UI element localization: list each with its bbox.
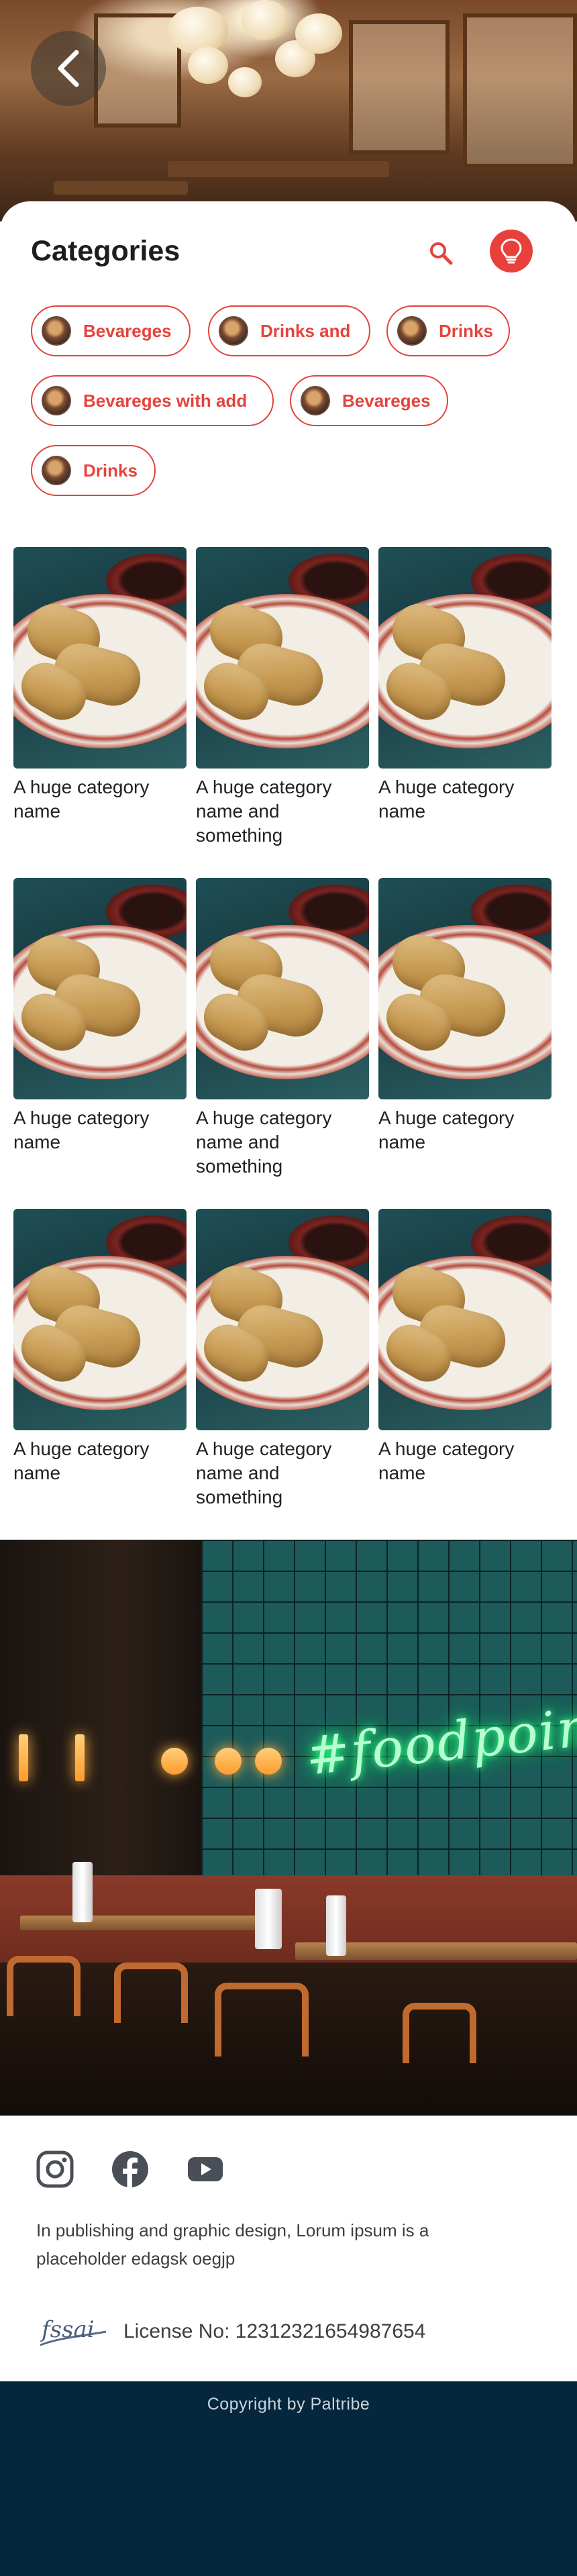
chip-drinks[interactable]: Drinks	[386, 305, 510, 356]
chip-bevareges-2[interactable]: Bevareges	[290, 375, 448, 426]
chip-thumbnail	[397, 316, 427, 346]
instagram-icon	[36, 2150, 74, 2188]
chip-label: Bevareges	[342, 390, 431, 411]
chip-thumbnail	[42, 456, 71, 485]
youtube-icon	[188, 2157, 223, 2181]
chip-drinks-and[interactable]: Drinks and	[208, 305, 370, 356]
copyright-bar: Copyright by Paltribe	[0, 2381, 577, 2576]
chip-thumbnail	[42, 386, 71, 415]
search-button[interactable]	[423, 235, 459, 271]
license-info: fssai License No: 12312321654987654	[36, 2312, 425, 2352]
back-button[interactable]	[31, 31, 106, 106]
chip-label: Bevareges	[83, 320, 172, 341]
chip-label: Drinks and	[260, 320, 351, 341]
categories-header: Categories	[31, 230, 546, 277]
social-links	[35, 2148, 225, 2191]
category-image	[196, 1209, 369, 1430]
category-name: A huge category name	[13, 1438, 150, 1483]
category-name: A huge category name and something	[196, 1107, 332, 1177]
facebook-link[interactable]	[110, 2148, 150, 2191]
chevron-left-icon	[58, 50, 79, 87]
chip-label: Drinks	[439, 320, 493, 341]
chip-thumbnail	[219, 316, 248, 346]
category-card[interactable]: A huge category name and something	[196, 878, 369, 1179]
youtube-link[interactable]	[185, 2148, 225, 2191]
suggestion-button[interactable]	[490, 230, 533, 273]
category-card[interactable]: A huge category name	[13, 1209, 187, 1485]
category-image	[196, 547, 369, 769]
category-image	[13, 1209, 187, 1430]
chip-label: Bevareges with add	[83, 390, 248, 411]
instagram-link[interactable]	[35, 2148, 75, 2191]
category-card[interactable]: A huge category name	[13, 878, 187, 1154]
category-image	[378, 547, 552, 769]
facebook-icon	[112, 2151, 148, 2187]
category-image	[13, 878, 187, 1099]
page-title: Categories	[31, 235, 180, 267]
chip-drinks-2[interactable]: Drinks	[31, 445, 156, 496]
license-number: License No: 12312321654987654	[123, 2320, 426, 2342]
category-name: A huge category name	[13, 1107, 150, 1152]
about-text: In publishing and graphic design, Lorum …	[36, 2220, 429, 2269]
category-card[interactable]: A huge category name	[13, 547, 187, 824]
category-name: A huge category name	[378, 1438, 515, 1483]
category-image	[378, 1209, 552, 1430]
chip-label: Drinks	[83, 460, 138, 481]
category-name: A huge category name	[13, 777, 150, 822]
category-name: A huge category name and something	[196, 777, 332, 846]
category-card[interactable]: A huge category name	[378, 1209, 552, 1485]
restaurant-banner-image: #foodpoint	[0, 1540, 577, 2116]
category-image	[196, 878, 369, 1099]
chip-thumbnail	[301, 386, 330, 415]
category-card[interactable]: A huge category name and something	[196, 1209, 369, 1509]
search-icon	[430, 242, 453, 265]
hero-image	[0, 0, 577, 221]
svg-text:fssai: fssai	[40, 2316, 95, 2343]
category-image	[13, 547, 187, 769]
chip-bevareges[interactable]: Bevareges	[31, 305, 191, 356]
category-name: A huge category name	[378, 1107, 515, 1152]
category-card[interactable]: A huge category name	[378, 547, 552, 824]
chip-thumbnail	[42, 316, 71, 346]
category-image	[378, 878, 552, 1099]
fssai-logo: fssai	[40, 2316, 107, 2346]
category-card[interactable]: A huge category name	[378, 878, 552, 1154]
category-card[interactable]: A huge category name and something	[196, 547, 369, 848]
category-name: A huge category name and something	[196, 1438, 332, 1507]
copyright-text: Copyright by Paltribe	[207, 2395, 370, 2414]
lightbulb-icon	[501, 238, 522, 264]
category-name: A huge category name	[378, 777, 515, 822]
chip-bevareges-with-add[interactable]: Bevareges with add	[31, 375, 274, 426]
footer: In publishing and graphic design, Lorum …	[0, 2116, 577, 2381]
